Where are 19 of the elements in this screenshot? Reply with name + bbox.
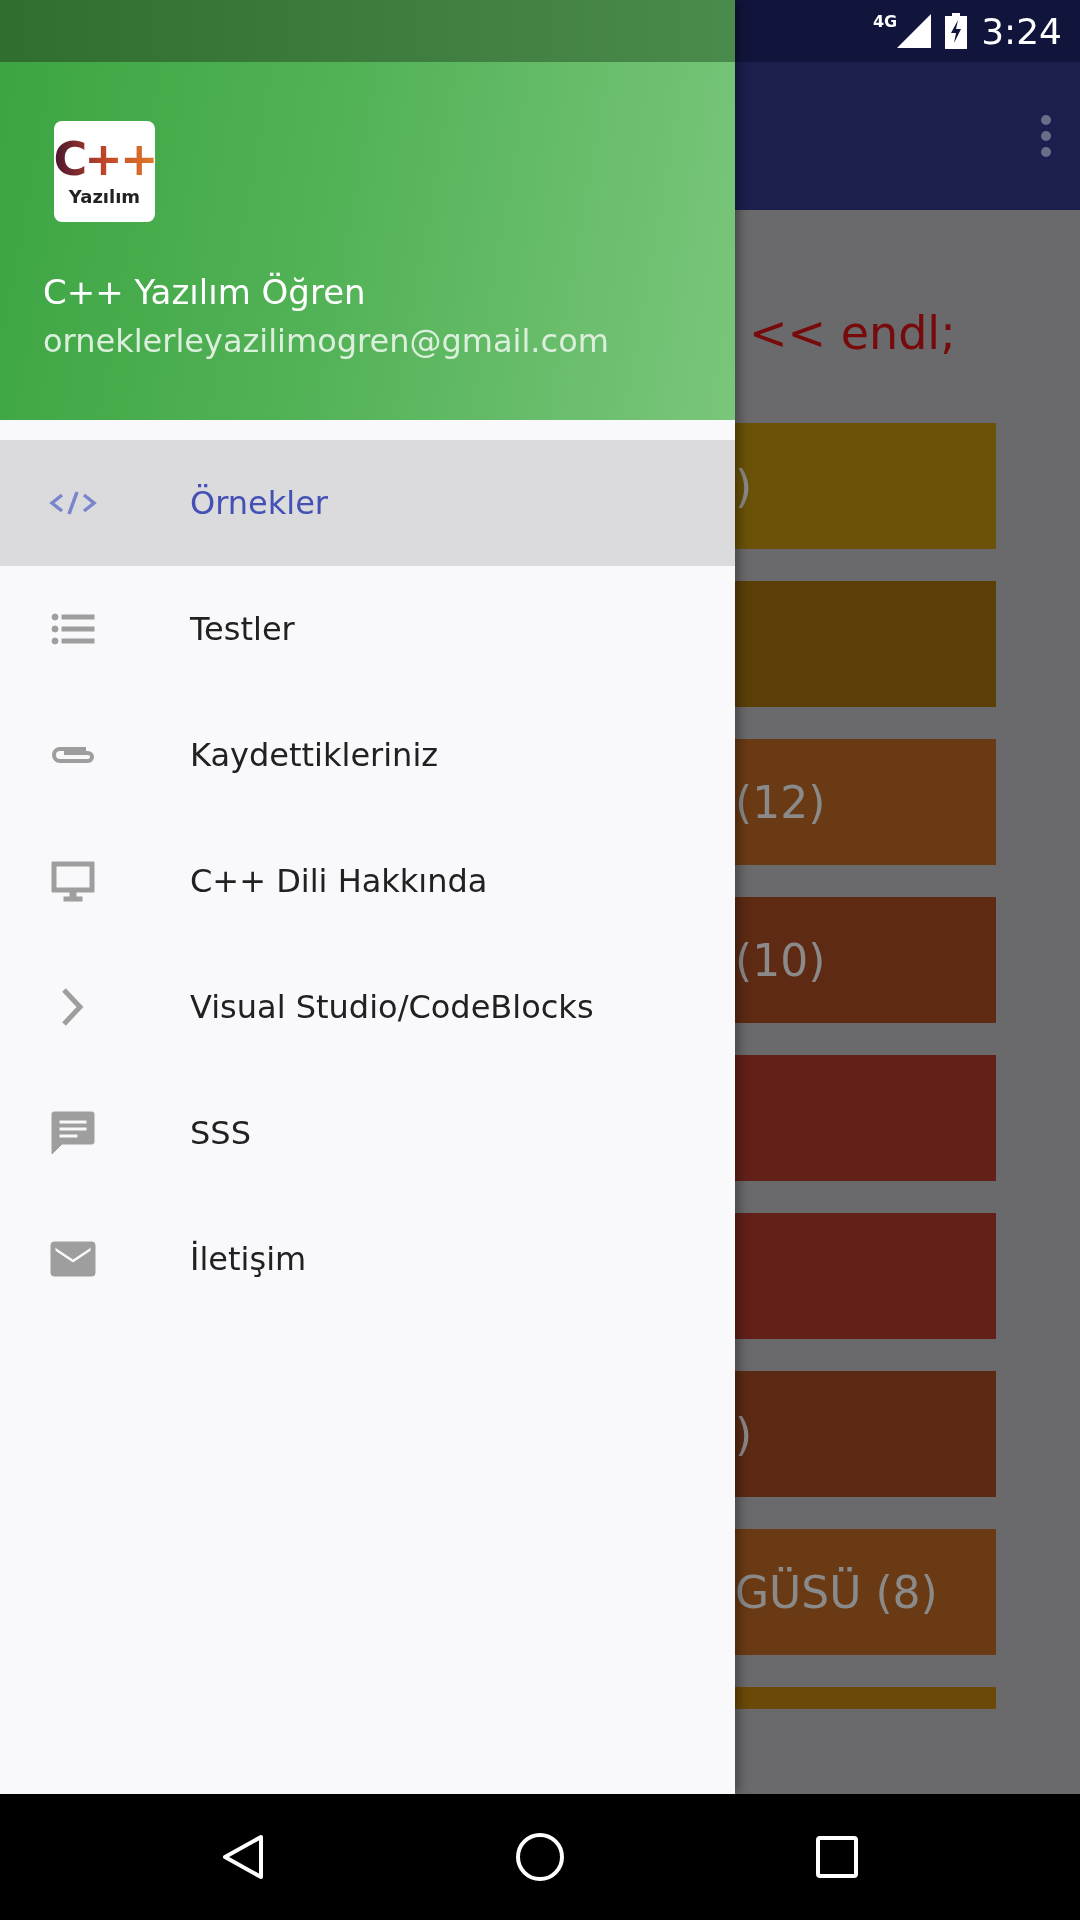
menu-item[interactable]: C++ Dili Hakkında — [0, 818, 735, 944]
menu-item[interactable]: SSS — [0, 1070, 735, 1196]
account-email: orneklerleyazilimogren@gmail.com — [43, 322, 610, 360]
menu-item[interactable]: İletişim — [0, 1196, 735, 1322]
back-icon[interactable] — [221, 1833, 265, 1881]
code-text: << endl; — [748, 305, 957, 362]
signal-icon — [897, 14, 932, 48]
battery-icon — [945, 13, 968, 49]
menu-item[interactable]: Kaydettikleriniz — [0, 692, 735, 818]
menu-item[interactable]: Testler — [0, 566, 735, 692]
home-icon[interactable] — [515, 1832, 565, 1882]
menu-item[interactable]: Örnekler — [0, 440, 735, 566]
menu-item[interactable]: Visual Studio/CodeBlocks — [0, 944, 735, 1070]
network-type: 4G — [872, 12, 898, 31]
more-options-icon[interactable] — [1040, 114, 1052, 158]
app-logo: C++ Yazılım — [54, 121, 155, 222]
account-name: C++ Yazılım Öğren — [43, 272, 367, 312]
recents-icon[interactable] — [815, 1835, 859, 1879]
clock: 3:24 — [981, 10, 1062, 52]
